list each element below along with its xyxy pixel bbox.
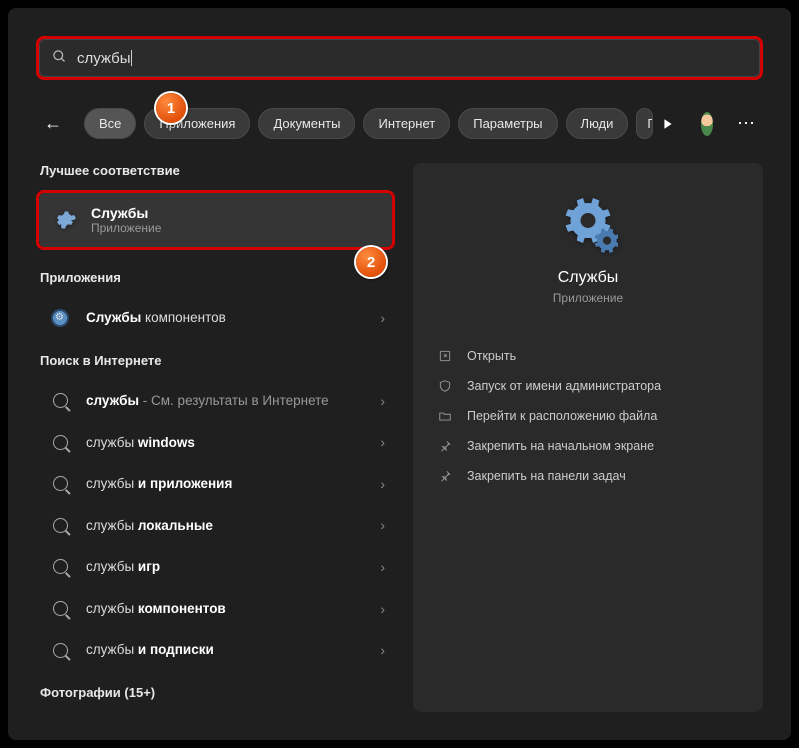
open-icon (437, 349, 453, 363)
scroll-right-button[interactable] (661, 111, 674, 137)
chevron-right-icon: › (380, 559, 385, 575)
action-label: Закрепить на панели задач (467, 469, 626, 483)
app-result-label: Службы компонентов (86, 309, 364, 327)
gear-icon (53, 208, 77, 232)
web-result-label: службы компонентов (86, 600, 364, 618)
section-best-match: Лучшее соответствие (40, 163, 395, 178)
search-icon (50, 435, 70, 450)
best-match-highlight: Службы Приложение (36, 190, 395, 250)
pin-icon (437, 439, 453, 453)
action-open[interactable]: Открыть (427, 341, 749, 371)
action-run-admin[interactable]: Запуск от имени администратора (427, 371, 749, 401)
search-icon (50, 518, 70, 533)
web-result-label: службы и приложения (86, 475, 364, 493)
best-match-title: Службы (91, 205, 161, 221)
callout-1: 1 (156, 93, 186, 123)
web-result-6[interactable]: службы и подписки › (36, 629, 395, 671)
detail-pane: Службы Приложение Открыть Запуск от имен… (413, 163, 763, 712)
web-result-5[interactable]: службы компонентов › (36, 588, 395, 630)
action-pin-taskbar[interactable]: Закрепить на панели задач (427, 461, 749, 491)
filter-params[interactable]: Параметры (458, 108, 557, 139)
filter-internet[interactable]: Интернет (363, 108, 450, 139)
web-result-4[interactable]: службы игр › (36, 546, 395, 588)
web-result-label: службы и подписки (86, 641, 364, 659)
web-result-3[interactable]: службы локальные › (36, 505, 395, 547)
web-result-label: службы игр (86, 558, 364, 576)
best-match-item[interactable]: Службы Приложение (39, 193, 392, 247)
chevron-right-icon: › (380, 434, 385, 450)
action-label: Закрепить на начальном экране (467, 439, 654, 453)
filter-people[interactable]: Люди (566, 108, 629, 139)
shield-icon (437, 379, 453, 393)
search-box-highlight: службы (36, 36, 763, 80)
best-match-subtitle: Приложение (91, 221, 161, 235)
pin-icon (437, 469, 453, 483)
chevron-right-icon: › (380, 642, 385, 658)
detail-subtitle: Приложение (427, 291, 749, 305)
filter-more-cut[interactable]: П (636, 108, 653, 139)
section-photos: Фотографии (15+) (40, 685, 395, 700)
search-icon (50, 559, 70, 574)
web-result-2[interactable]: службы и приложения › (36, 463, 395, 505)
search-icon (50, 393, 70, 408)
web-result-label: службы локальные (86, 517, 364, 535)
component-services-icon (50, 309, 70, 327)
action-label: Перейти к расположению файла (467, 409, 657, 423)
search-box[interactable]: службы (39, 39, 760, 77)
search-icon (50, 601, 70, 616)
filter-all[interactable]: Все (84, 108, 136, 139)
filter-row: ← Все Приложения Документы Интернет Пара… (36, 108, 763, 139)
web-result-label: службы windows (86, 434, 364, 452)
search-input-value: службы (77, 50, 131, 67)
web-result-1[interactable]: службы windows › (36, 422, 395, 464)
app-result-components[interactable]: Службы компонентов › (36, 297, 395, 339)
web-result-0[interactable]: службы - См. результаты в Интернете › (36, 380, 395, 422)
section-apps: Приложения (40, 270, 395, 285)
search-icon (50, 643, 70, 658)
chevron-right-icon: › (380, 310, 385, 326)
user-avatar[interactable] (701, 112, 713, 136)
detail-title: Службы (427, 269, 749, 287)
more-menu-button[interactable]: ⋯ (731, 113, 763, 134)
chevron-right-icon: › (380, 601, 385, 617)
chevron-right-icon: › (380, 517, 385, 533)
detail-gear-icon (427, 193, 749, 253)
callout-2: 2 (356, 247, 386, 277)
web-result-label: службы - См. результаты в Интернете (86, 392, 364, 410)
chevron-right-icon: › (380, 393, 385, 409)
folder-icon (437, 409, 453, 423)
back-button[interactable]: ← (36, 109, 70, 138)
chevron-right-icon: › (380, 476, 385, 492)
section-web: Поиск в Интернете (40, 353, 395, 368)
search-icon (50, 476, 70, 491)
action-pin-start[interactable]: Закрепить на начальном экране (427, 431, 749, 461)
search-icon (52, 49, 67, 67)
action-file-location[interactable]: Перейти к расположению файла (427, 401, 749, 431)
filter-docs[interactable]: Документы (258, 108, 355, 139)
action-label: Открыть (467, 349, 516, 363)
action-label: Запуск от имени администратора (467, 379, 661, 393)
